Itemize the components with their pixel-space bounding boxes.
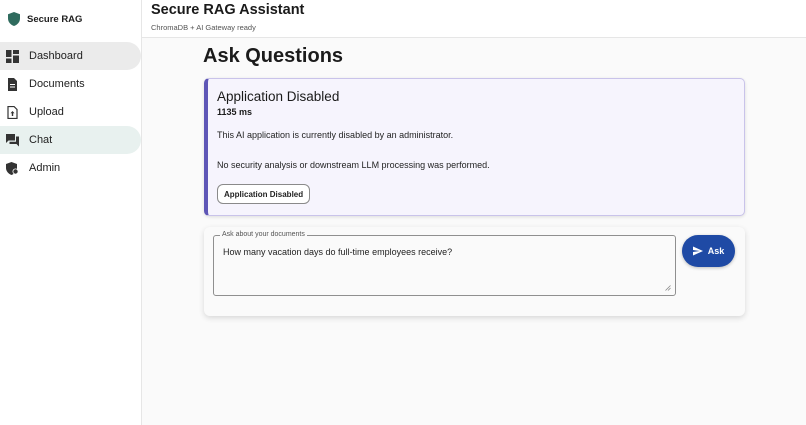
question-field[interactable]: Ask about your documents How many vacati… xyxy=(213,231,676,296)
sidebar-item-dashboard[interactable]: Dashboard xyxy=(0,42,141,70)
dashboard-icon xyxy=(6,49,19,63)
query-card: Ask about your documents How many vacati… xyxy=(204,227,745,316)
alert-title: Application Disabled xyxy=(217,89,340,104)
brand: Secure RAG xyxy=(8,11,82,27)
sidebar-item-label: Upload xyxy=(29,106,64,118)
app-status: ChromaDB + AI Gateway ready xyxy=(151,23,256,32)
status-chip[interactable]: Application Disabled xyxy=(217,184,311,204)
question-input[interactable]: How many vacation days do full-time empl… xyxy=(223,247,452,257)
ask-button-label: Ask xyxy=(707,246,725,256)
alert-message: This AI application is currently disable… xyxy=(217,130,454,140)
sidebar-item-label: Documents xyxy=(29,78,85,90)
alert-latency: 1135 ms xyxy=(217,107,253,117)
sidebar-nav: Dashboard Documents Upload Chat Admin xyxy=(0,42,141,182)
sidebar-item-documents[interactable]: Documents xyxy=(0,70,141,98)
shield-icon xyxy=(8,12,20,26)
sidebar-item-chat[interactable]: Chat xyxy=(0,126,141,154)
brand-name: Secure RAG xyxy=(27,13,83,25)
sidebar-item-label: Dashboard xyxy=(29,50,83,62)
sidebar-item-admin[interactable]: Admin xyxy=(0,154,141,182)
send-icon xyxy=(692,246,703,256)
disabled-alert-card: Application Disabled 1135 ms This AI app… xyxy=(204,78,745,216)
page-title: Ask Questions xyxy=(203,45,344,67)
sidebar: Secure RAG Dashboard Documents Upload Ch… xyxy=(0,0,142,425)
resize-handle-icon[interactable] xyxy=(665,285,671,291)
document-icon xyxy=(8,77,17,91)
app-title: Secure RAG Assistant xyxy=(151,2,305,18)
upload-icon xyxy=(7,105,18,119)
question-field-label: Ask about your documents xyxy=(220,231,307,238)
admin-shield-icon xyxy=(6,161,19,175)
sidebar-item-label: Admin xyxy=(29,162,61,174)
sidebar-item-upload[interactable]: Upload xyxy=(0,98,141,126)
app-header: Secure RAG Assistant ChromaDB + AI Gatew… xyxy=(142,0,806,38)
alert-message: No security analysis or downstream LLM p… xyxy=(217,160,490,170)
ask-button[interactable]: Ask xyxy=(682,235,735,267)
sidebar-item-label: Chat xyxy=(29,134,53,146)
chat-icon xyxy=(6,133,19,146)
